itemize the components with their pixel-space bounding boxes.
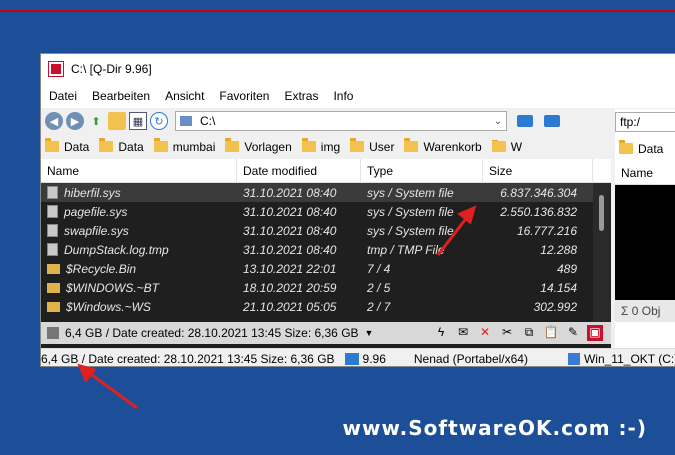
arrowhead-size (457, 205, 477, 225)
arrow-to-status (87, 370, 138, 410)
annotation-arrows (77, 205, 477, 410)
arrow-to-size (436, 215, 470, 256)
watermark: www.SoftwareOK.com :-) (342, 416, 647, 440)
arrowhead-status (77, 363, 97, 383)
